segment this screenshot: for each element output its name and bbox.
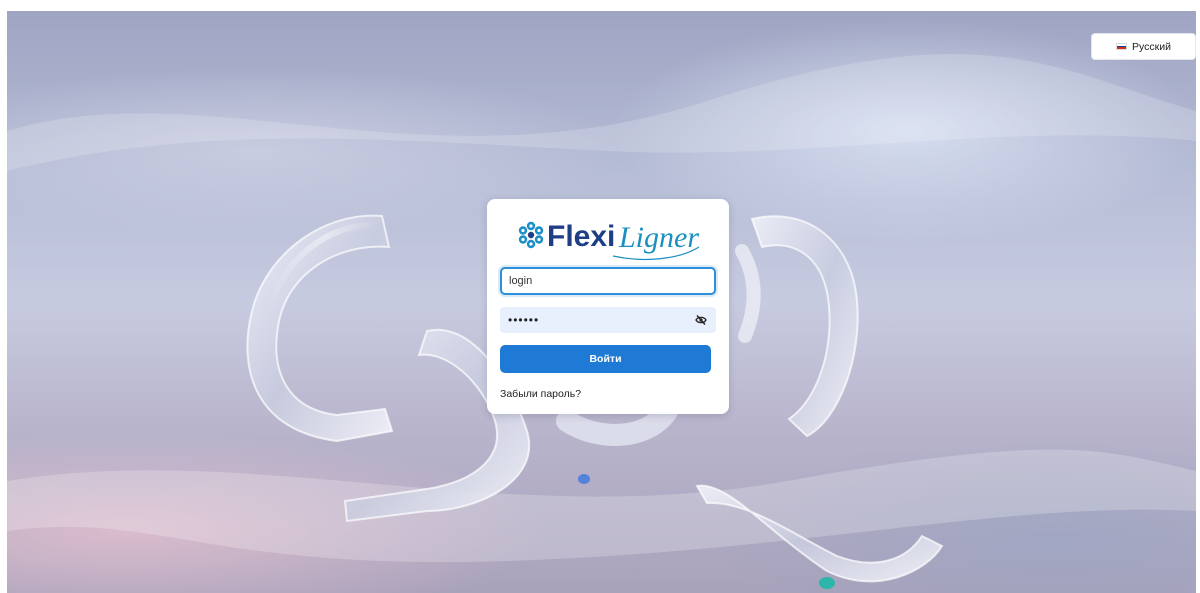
- brand-part2: Ligner: [618, 221, 699, 254]
- password-field[interactable]: [500, 307, 686, 333]
- brand-part1: Flexi: [547, 220, 615, 253]
- login-card: Flexi Ligner Войти Забыли пароль?: [487, 199, 729, 414]
- language-selector[interactable]: Русский: [1091, 33, 1196, 60]
- flexiligner-logo: Flexi Ligner: [518, 220, 699, 261]
- login-field[interactable]: [500, 267, 716, 295]
- forgot-password-link[interactable]: Забыли пароль?: [500, 388, 581, 400]
- eye-slash-icon[interactable]: [695, 314, 707, 326]
- language-label: Русский: [1132, 40, 1171, 53]
- russia-flag-icon: [1116, 43, 1128, 50]
- snowflake-icon: [518, 221, 544, 249]
- login-button[interactable]: Войти: [500, 345, 711, 373]
- password-field-wrapper: [500, 307, 716, 333]
